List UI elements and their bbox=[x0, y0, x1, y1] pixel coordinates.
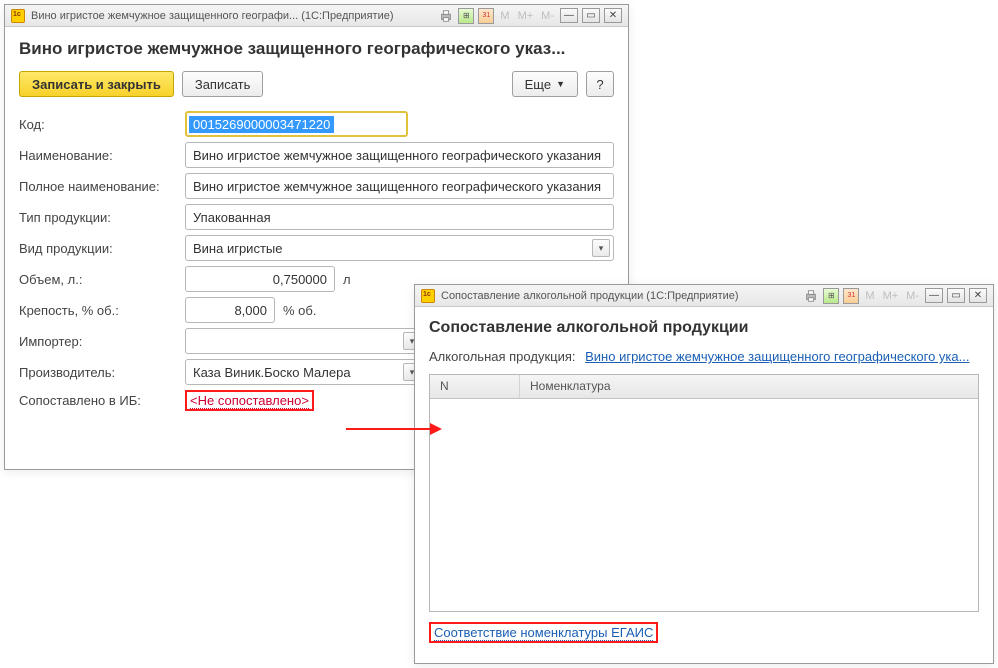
label-product-kind: Вид продукции: bbox=[19, 241, 185, 256]
print-icon[interactable] bbox=[438, 8, 454, 24]
not-matched-link[interactable]: <Не сопоставлено> bbox=[190, 393, 309, 409]
code-value: 0015269000003471220 bbox=[189, 116, 334, 133]
titlebar-text: Вино игристое жемчужное защищенного геог… bbox=[31, 10, 432, 22]
close-icon[interactable]: ✕ bbox=[604, 8, 622, 23]
label-fullname: Полное наименование: bbox=[19, 179, 185, 194]
calendar-icon[interactable]: 31 bbox=[478, 8, 494, 24]
volume-unit: л bbox=[343, 272, 351, 287]
product-type-input[interactable]: Упакованная bbox=[185, 204, 614, 230]
label-producer: Производитель: bbox=[19, 365, 185, 380]
mem-mplus[interactable]: M+ bbox=[883, 290, 899, 302]
label-strength: Крепость, % об.: bbox=[19, 303, 185, 318]
footer-link-row: Соответствие номенклатуры ЕГАИС bbox=[429, 622, 979, 643]
lookup-icon[interactable]: ▾ bbox=[592, 239, 610, 257]
mem-mplus[interactable]: M+ bbox=[518, 10, 534, 22]
toolbar: Записать и закрыть Записать Еще ▼ ? bbox=[19, 71, 614, 97]
label-name: Наименование: bbox=[19, 148, 185, 163]
strength-unit: % об. bbox=[283, 303, 316, 318]
titlebar-win2: Сопоставление алкогольной продукции (1С:… bbox=[415, 285, 993, 307]
table-header: N Номенклатура bbox=[430, 375, 978, 399]
write-close-button[interactable]: Записать и закрыть bbox=[19, 71, 174, 97]
egais-mapping-link[interactable]: Соответствие номенклатуры ЕГАИС bbox=[434, 625, 653, 641]
mem-m[interactable]: M bbox=[500, 10, 509, 22]
name-input[interactable]: Вино игристое жемчужное защищенного геог… bbox=[185, 142, 614, 168]
code-input[interactable]: 0015269000003471220 bbox=[185, 111, 408, 137]
more-button[interactable]: Еще ▼ bbox=[512, 71, 578, 97]
label-product-type: Тип продукции: bbox=[19, 210, 185, 225]
minimize-icon[interactable]: — bbox=[925, 288, 943, 303]
label-volume: Объем, л.: bbox=[19, 272, 185, 287]
producer-select[interactable]: Каза Виник.Боско Малера ▾ bbox=[185, 359, 425, 385]
page-title: Вино игристое жемчужное защищенного геог… bbox=[19, 39, 614, 59]
alco-product-link[interactable]: Вино игристое жемчужное защищенного геог… bbox=[585, 349, 969, 364]
help-button[interactable]: ? bbox=[586, 71, 614, 97]
column-header-n[interactable]: N bbox=[430, 375, 520, 398]
maximize-icon[interactable]: ▭ bbox=[582, 8, 600, 23]
producer-value: Каза Виник.Боско Малера bbox=[193, 365, 351, 380]
more-label: Еще bbox=[525, 77, 551, 92]
window-matching: Сопоставление алкогольной продукции (1С:… bbox=[414, 284, 994, 664]
strength-input[interactable]: 8,000 bbox=[185, 297, 275, 323]
calculator-icon[interactable]: ⊞ bbox=[823, 288, 839, 304]
importer-select[interactable]: ▾ bbox=[185, 328, 425, 354]
minimize-icon[interactable]: — bbox=[560, 8, 578, 23]
highlight-not-matched: <Не сопоставлено> bbox=[185, 390, 314, 411]
table-body-empty[interactable] bbox=[430, 399, 978, 611]
column-header-item[interactable]: Номенклатура bbox=[520, 375, 978, 398]
titlebar-text: Сопоставление алкогольной продукции (1С:… bbox=[441, 290, 797, 302]
close-icon[interactable]: ✕ bbox=[969, 288, 987, 303]
label-matched: Сопоставлено в ИБ: bbox=[19, 393, 185, 408]
mem-mminus[interactable]: M- bbox=[541, 10, 554, 22]
label-importer: Импортер: bbox=[19, 334, 185, 349]
mem-mminus[interactable]: M- bbox=[906, 290, 919, 302]
chevron-down-icon: ▼ bbox=[556, 79, 565, 89]
maximize-icon[interactable]: ▭ bbox=[947, 288, 965, 303]
win2-body: Сопоставление алкогольной продукции Алко… bbox=[415, 307, 993, 657]
product-kind-value: Вина игристые bbox=[193, 241, 282, 256]
label-alco-product: Алкогольная продукция: bbox=[429, 349, 576, 364]
volume-input[interactable]: 0,750000 bbox=[185, 266, 335, 292]
print-icon[interactable] bbox=[803, 288, 819, 304]
mem-m[interactable]: M bbox=[865, 290, 874, 302]
logo-1c-icon bbox=[11, 9, 25, 23]
nomenclature-table: N Номенклатура bbox=[429, 374, 979, 612]
alco-product-row: Алкогольная продукция: Вино игристое жем… bbox=[429, 349, 979, 364]
highlight-egais-link: Соответствие номенклатуры ЕГАИС bbox=[429, 622, 658, 643]
calculator-icon[interactable]: ⊞ bbox=[458, 8, 474, 24]
product-kind-select[interactable]: Вина игристые ▾ bbox=[185, 235, 614, 261]
titlebar-win1: Вино игристое жемчужное защищенного геог… bbox=[5, 5, 628, 27]
label-code: Код: bbox=[19, 117, 185, 132]
page-title: Сопоставление алкогольной продукции bbox=[429, 319, 979, 337]
write-button[interactable]: Записать bbox=[182, 71, 264, 97]
calendar-icon[interactable]: 31 bbox=[843, 288, 859, 304]
fullname-input[interactable]: Вино игристое жемчужное защищенного геог… bbox=[185, 173, 614, 199]
logo-1c-icon bbox=[421, 289, 435, 303]
